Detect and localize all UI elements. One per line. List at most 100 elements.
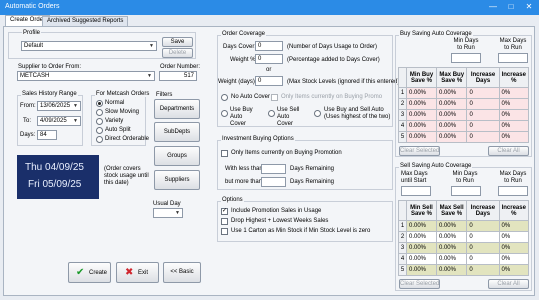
- supplier-select[interactable]: METCASH ▼: [17, 71, 155, 81]
- column-header[interactable]: Increase %: [498, 67, 530, 88]
- table-cell[interactable]: 0: [466, 220, 500, 232]
- table-cell[interactable]: 0%: [498, 264, 529, 276]
- buy-max-days-field[interactable]: [498, 53, 528, 63]
- buy-clear-selected-button[interactable]: Clear Selected: [399, 146, 440, 156]
- table-cell[interactable]: 0.00%: [405, 131, 438, 143]
- delete-button[interactable]: Delete: [162, 48, 193, 58]
- table-cell[interactable]: 0.00%: [436, 120, 468, 132]
- table-cell[interactable]: 0: [466, 120, 500, 132]
- sell-saving-table[interactable]: Min Sell Save % Max Sell Save % Increase D…: [398, 200, 529, 276]
- table-cell[interactable]: 0: [466, 264, 500, 276]
- metcash-option-radio[interactable]: [96, 136, 103, 143]
- table-cell[interactable]: 0.00%: [406, 253, 437, 265]
- days-field[interactable]: 84: [37, 130, 57, 140]
- table-cell[interactable]: 0%: [498, 242, 529, 254]
- to-date-picker[interactable]: 4/09/2025 ▼: [37, 116, 81, 126]
- create-button[interactable]: ✔ Create: [68, 262, 111, 283]
- minimize-icon[interactable]: —: [484, 1, 502, 13]
- metcash-option-radio[interactable]: [96, 109, 103, 116]
- table-cell[interactable]: 0.00%: [405, 109, 438, 121]
- column-header[interactable]: Max Buy Save %: [436, 67, 468, 88]
- table-cell[interactable]: 0.00%: [436, 98, 468, 110]
- metcash-option-radio[interactable]: [96, 118, 103, 125]
- sell-min-days-field[interactable]: [451, 186, 481, 196]
- column-header[interactable]: Increase Days: [466, 67, 500, 88]
- table-cell[interactable]: 0: [466, 253, 500, 265]
- table-row[interactable]: 1 0.00% 0.00% 0 0%: [398, 87, 530, 99]
- use-buy-radio[interactable]: [221, 110, 228, 117]
- table-row[interactable]: 2 0.00% 0.00% 0 0%: [398, 231, 529, 243]
- table-cell[interactable]: 0.00%: [406, 242, 437, 254]
- buy-min-days-field[interactable]: [451, 53, 481, 63]
- column-header[interactable]: Max Sell Save %: [435, 200, 468, 221]
- order-number-field[interactable]: 517: [159, 71, 197, 81]
- table-cell[interactable]: 0.00%: [436, 87, 468, 99]
- option-checkbox[interactable]: [221, 228, 228, 235]
- table-cell[interactable]: 0.00%: [406, 231, 437, 243]
- suppliers-button[interactable]: Suppliers: [154, 170, 200, 190]
- groups-button[interactable]: Groups: [154, 146, 200, 166]
- basic-mode-button[interactable]: << Basic: [163, 262, 201, 283]
- table-cell[interactable]: 0%: [498, 131, 530, 143]
- table-cell[interactable]: 0.00%: [436, 109, 468, 121]
- maximize-icon[interactable]: □: [502, 1, 520, 13]
- table-cell[interactable]: 0%: [498, 98, 530, 110]
- sell-max-days-field[interactable]: [498, 186, 528, 196]
- option-checkbox[interactable]: [221, 218, 228, 225]
- table-cell[interactable]: 0%: [498, 220, 529, 232]
- table-cell[interactable]: 0.00%: [435, 264, 468, 276]
- column-header[interactable]: Increase Days: [466, 200, 500, 221]
- option-checkbox[interactable]: ✓: [221, 208, 228, 215]
- table-row[interactable]: 4 0.00% 0.00% 0 0%: [398, 253, 529, 265]
- departments-button[interactable]: Departments: [154, 99, 200, 119]
- table-row[interactable]: 3 0.00% 0.00% 0 0%: [398, 242, 529, 254]
- metcash-option-radio[interactable]: [96, 100, 103, 107]
- subdepts-button[interactable]: SubDepts: [154, 122, 200, 142]
- table-cell[interactable]: 0: [466, 131, 500, 143]
- no-auto-cover-radio[interactable]: [221, 94, 228, 101]
- investment-only-promo-checkbox[interactable]: [221, 150, 228, 157]
- table-row[interactable]: 2 0.00% 0.00% 0 0%: [398, 98, 530, 110]
- sell-clear-selected-button[interactable]: Clear Selected: [399, 279, 440, 289]
- save-button[interactable]: Save: [162, 37, 193, 47]
- less-than-field[interactable]: [261, 164, 286, 174]
- table-cell[interactable]: 0%: [498, 87, 530, 99]
- table-cell[interactable]: 0.00%: [435, 231, 468, 243]
- metcash-option-radio[interactable]: [96, 127, 103, 134]
- table-cell[interactable]: 0.00%: [436, 131, 468, 143]
- weight-percent-field[interactable]: 0: [255, 54, 283, 64]
- table-cell[interactable]: 0.00%: [405, 87, 438, 99]
- only-promo-checkbox[interactable]: [271, 94, 278, 101]
- from-date-picker[interactable]: 13/06/2025 ▼: [37, 101, 81, 111]
- table-cell[interactable]: 0: [466, 98, 500, 110]
- table-row[interactable]: 4 0.00% 0.00% 0 0%: [398, 120, 530, 132]
- table-cell[interactable]: 0.00%: [406, 220, 437, 232]
- table-cell[interactable]: 0.00%: [405, 98, 438, 110]
- weight-days-field[interactable]: 0: [255, 76, 283, 86]
- table-cell[interactable]: 0.00%: [435, 242, 468, 254]
- table-cell[interactable]: 0.00%: [435, 220, 468, 232]
- table-row[interactable]: 5 0.00% 0.00% 0 0%: [398, 264, 529, 276]
- column-header[interactable]: Min Sell Save %: [406, 200, 437, 221]
- table-cell[interactable]: 0%: [498, 109, 530, 121]
- table-row[interactable]: 1 0.00% 0.00% 0 0%: [398, 220, 529, 232]
- table-row[interactable]: 5 0.00% 0.00% 0 0%: [398, 131, 530, 143]
- more-than-field[interactable]: [261, 177, 286, 187]
- column-header[interactable]: Increase %: [498, 200, 529, 221]
- usual-day-select[interactable]: ▼: [153, 208, 183, 218]
- exit-button[interactable]: ✖ Exit: [116, 262, 159, 283]
- use-buy-and-sell-radio[interactable]: [314, 110, 321, 117]
- table-cell[interactable]: 0: [466, 231, 500, 243]
- column-header[interactable]: Min Buy Save %: [405, 67, 438, 88]
- table-cell[interactable]: 0.00%: [406, 264, 437, 276]
- profile-select[interactable]: Default ▼: [21, 41, 157, 51]
- buy-saving-table[interactable]: Min Buy Save % Max Buy Save % Increase Day…: [398, 67, 530, 143]
- buy-clear-all-button[interactable]: Clear All: [488, 146, 529, 156]
- close-icon[interactable]: ✕: [520, 1, 538, 13]
- table-cell[interactable]: 0: [466, 87, 500, 99]
- table-cell[interactable]: 0%: [498, 120, 530, 132]
- table-cell[interactable]: 0: [466, 109, 500, 121]
- use-sell-radio[interactable]: [268, 110, 275, 117]
- table-cell[interactable]: 0.00%: [435, 253, 468, 265]
- table-cell[interactable]: 0%: [498, 253, 529, 265]
